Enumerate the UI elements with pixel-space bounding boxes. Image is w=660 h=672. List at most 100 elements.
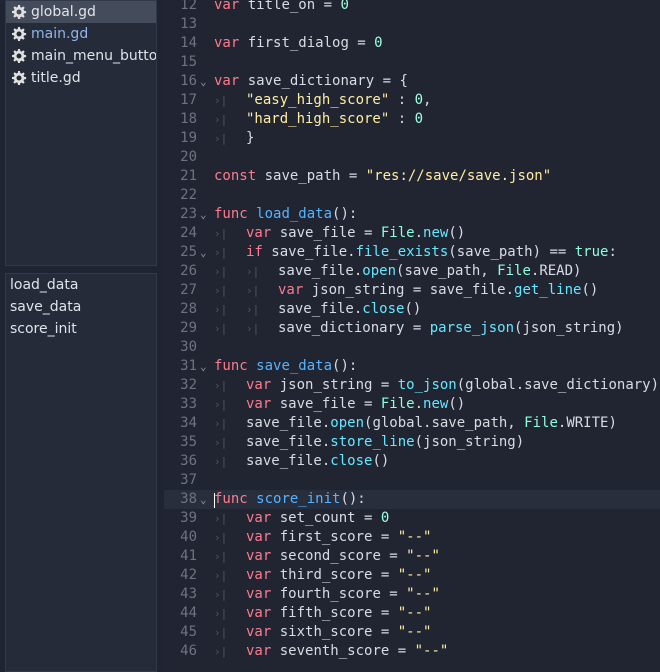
code-line[interactable]: 16 ⌄ var save_dictionary = { — [164, 72, 660, 91]
fold-arrow-icon[interactable]: ⌄ — [200, 490, 207, 509]
code-line[interactable]: 39 ›| var set_count = 0 — [164, 509, 660, 528]
tab-indent-icon: ›| — [214, 94, 228, 107]
script-item-main[interactable]: main.gd — [6, 23, 156, 45]
code-text: func save_data(): — [214, 358, 358, 374]
code-line[interactable]: 26 ›| ›| save_file.open(save_path, File.REA… — [164, 262, 660, 281]
code-line[interactable]: 13 — [164, 15, 660, 34]
line-number: 13 — [180, 16, 197, 32]
code-line[interactable]: 38 ⌄ func score_init(): — [164, 490, 660, 509]
code-line[interactable]: 35 ›| save_file.store_line(json_string) — [164, 433, 660, 452]
tab-indent-icon: ›| — [214, 455, 228, 468]
code-line[interactable]: 12 var title_on = 0 — [164, 0, 660, 15]
code-text: ›| var fourth_score = "--" — [214, 586, 440, 602]
code-text: ›| var seventh_score = "--" — [214, 643, 449, 659]
code-text: var title_on = 0 — [214, 0, 349, 13]
script-label: main_menu_buttons.gd — [31, 48, 156, 64]
code-line[interactable]: 31 ⌄ func save_data(): — [164, 357, 660, 376]
line-number: 29 — [180, 320, 197, 336]
line-number: 20 — [180, 149, 197, 165]
line-number: 16 — [180, 73, 197, 89]
code-line[interactable]: 42 ›| var third_score = "--" — [164, 566, 660, 585]
code-line[interactable]: 21 const save_path = "res://save/save.jso… — [164, 167, 660, 186]
code-text: ›| var save_file = File.new() — [214, 225, 466, 241]
code-text: ›| var sixth_score = "--" — [214, 624, 432, 640]
fold-arrow-icon[interactable]: ⌄ — [200, 357, 207, 376]
line-number: 18 — [180, 111, 197, 127]
tab-indent-icon: ›| — [214, 569, 228, 582]
method-list: load_data save_data score_init — [5, 273, 157, 672]
code-line[interactable]: 40 ›| var first_score = "--" — [164, 528, 660, 547]
tab-indent-icon: ›| — [214, 512, 228, 525]
code-editor[interactable]: 12 var title_on = 0 13 14 var first_dialog =… — [164, 0, 660, 672]
script-item-main-menu-buttons[interactable]: main_menu_buttons.gd — [6, 45, 156, 67]
code-line[interactable]: 29 ›| ›| save_dictionary = parse_json(json_… — [164, 319, 660, 338]
code-text: ›| var set_count = 0 — [214, 510, 390, 526]
script-item-global[interactable]: global.gd — [6, 1, 156, 23]
fold-arrow-icon[interactable]: ⌄ — [200, 205, 207, 224]
script-label: global.gd — [31, 4, 96, 20]
gear-icon — [12, 27, 27, 41]
code-line[interactable]: 24 ›| var save_file = File.new() — [164, 224, 660, 243]
code-text: ›| var second_score = "--" — [214, 548, 440, 564]
code-text: ›| var first_score = "--" — [214, 529, 432, 545]
tab-indent-icon: ›| — [214, 607, 228, 620]
line-number: 36 — [180, 453, 197, 469]
code-text: ›| "easy_high_score" : 0, — [214, 92, 432, 108]
code-line[interactable]: 43 ›| var fourth_score = "--" — [164, 585, 660, 604]
line-number: 15 — [180, 54, 197, 70]
tab-indent-icon: ›| — [214, 132, 228, 145]
fold-arrow-icon[interactable]: ⌄ — [200, 72, 207, 91]
code-line[interactable]: 23 ⌄ func load_data(): — [164, 205, 660, 224]
line-number: 40 — [180, 529, 197, 545]
code-line[interactable]: 14 var first_dialog = 0 — [164, 34, 660, 53]
tab-indent-icon: ›| — [246, 284, 260, 297]
line-number: 19 — [180, 130, 197, 146]
line-number: 17 — [180, 92, 197, 108]
line-number: 26 — [180, 263, 197, 279]
code-line[interactable]: 37 — [164, 471, 660, 490]
code-line[interactable]: 45 ›| var sixth_score = "--" — [164, 623, 660, 642]
code-text: ›| ›| save_dictionary = parse_json(json_st… — [214, 320, 624, 336]
script-label: main.gd — [31, 26, 89, 42]
tab-indent-icon: ›| — [214, 246, 228, 259]
code-line[interactable]: 19 ›|} — [164, 129, 660, 148]
fold-arrow-icon[interactable]: ⌄ — [200, 243, 207, 262]
script-item-title[interactable]: title.gd — [6, 67, 156, 89]
code-line[interactable]: 33 ›| var save_file = File.new() — [164, 395, 660, 414]
code-line[interactable]: 20 — [164, 148, 660, 167]
code-line[interactable]: 36 ›| save_file.close() — [164, 452, 660, 471]
line-number: 24 — [180, 225, 197, 241]
line-number: 37 — [180, 472, 197, 488]
code-line[interactable]: 34 ›| save_file.open(global.save_path, Fil… — [164, 414, 660, 433]
code-line[interactable]: 15 — [164, 53, 660, 72]
code-line[interactable]: 32 ›| var json_string = to_json(global.sav… — [164, 376, 660, 395]
code-line[interactable]: 25 ⌄ ›| if save_file.file_exists(save_path)… — [164, 243, 660, 262]
gear-icon — [12, 71, 27, 85]
method-item-load-data[interactable]: load_data — [6, 274, 156, 296]
code-line[interactable]: 41 ›| var second_score = "--" — [164, 547, 660, 566]
line-number: 33 — [180, 396, 197, 412]
code-line[interactable]: 28 ›| ›| save_file.close() — [164, 300, 660, 319]
tab-indent-icon: ›| — [214, 265, 228, 278]
code-line[interactable]: 17 ›| "easy_high_score" : 0, — [164, 91, 660, 110]
method-item-score-init[interactable]: score_init — [6, 318, 156, 340]
code-line[interactable]: 18 ›| "hard_high_score" : 0 — [164, 110, 660, 129]
code-text: ›| "hard_high_score" : 0 — [214, 111, 424, 127]
code-line[interactable]: 27 ›| ›| var json_string = save_file.get_li… — [164, 281, 660, 300]
method-item-save-data[interactable]: save_data — [6, 296, 156, 318]
line-number: 28 — [180, 301, 197, 317]
tab-indent-icon: ›| — [214, 645, 228, 658]
code-line[interactable]: 30 — [164, 338, 660, 357]
code-line[interactable]: 46 ›| var seventh_score = "--" — [164, 642, 660, 661]
code-text: func score_init(): — [214, 491, 366, 507]
line-number: 31 — [180, 358, 197, 374]
code-text: var first_dialog = 0 — [214, 35, 383, 51]
tab-indent-icon: ›| — [214, 227, 228, 240]
code-line[interactable]: 44 ›| var fifth_score = "--" — [164, 604, 660, 623]
code-text: ›| var save_file = File.new() — [214, 396, 466, 412]
tab-indent-icon: ›| — [214, 284, 228, 297]
code-line[interactable]: 22 — [164, 186, 660, 205]
line-number: 42 — [180, 567, 197, 583]
line-number: 44 — [180, 605, 197, 621]
tab-indent-icon: ›| — [214, 436, 228, 449]
